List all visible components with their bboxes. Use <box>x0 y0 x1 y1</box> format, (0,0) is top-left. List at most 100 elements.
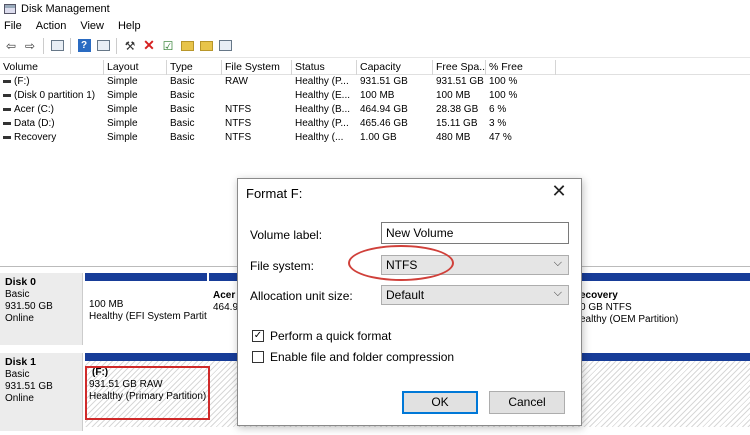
disk-0-label[interactable]: Disk 0 Basic 931.50 GB Online <box>0 273 83 345</box>
disk-0-partition-2-bar <box>209 273 237 281</box>
volume-layout: Simple <box>107 76 138 87</box>
volume-row[interactable]: Recovery Simple Basic NTFS Healthy (... … <box>0 131 750 145</box>
volume-row[interactable]: (Disk 0 partition 1) Simple Basic Health… <box>0 89 750 103</box>
volume-status: Healthy (E... <box>295 90 351 101</box>
volume-row[interactable]: (F:) Simple Basic RAW Healthy (P... 931.… <box>0 75 750 89</box>
volume-name: (F:) <box>14 76 30 87</box>
volume-capacity: 1.00 GB <box>360 132 397 143</box>
volume-file-system <box>222 89 292 103</box>
disk-0-partition-1[interactable]: 100 MB Healthy (EFI System Partiti <box>85 281 207 345</box>
volume-status: Healthy (P... <box>295 76 349 87</box>
view-icon[interactable] <box>95 38 111 54</box>
disk-1-state: Online <box>5 393 34 404</box>
toolbar: ⇦ ⇨ ? ⚒ ✕ ☑ <box>0 34 750 58</box>
volume-free-space: 931.51 GB <box>436 76 484 87</box>
column-header-layout[interactable]: Layout <box>104 60 167 75</box>
volume-name-cell: (F:) <box>0 75 104 89</box>
check-icon[interactable]: ☑ <box>160 38 176 54</box>
volume-label-input[interactable]: New Volume <box>381 222 569 244</box>
properties-icon[interactable] <box>49 38 65 54</box>
partition-name: Acer <box>213 290 236 301</box>
search-folder-icon[interactable] <box>198 38 214 54</box>
compression-label: Enable file and folder compression <box>270 350 455 364</box>
close-icon[interactable]: ✕ <box>549 181 569 202</box>
partition-status: ealthy (OEM Partition) <box>580 314 679 325</box>
forward-arrow-icon[interactable]: ⇨ <box>22 38 38 54</box>
volume-layout: Simple <box>107 118 138 129</box>
file-system-label: File system: <box>250 259 315 273</box>
volume-capacity: 931.51 GB <box>360 76 408 87</box>
window-titlebar: Disk Management <box>0 0 750 17</box>
disk-0-partition-1-bar <box>85 273 207 281</box>
disk-0-partition-2[interactable]: Acer 464.9 <box>209 281 237 345</box>
volume-name-cell: (Disk 0 partition 1) <box>0 89 104 103</box>
file-system-value: NTFS <box>386 258 418 272</box>
volume-percent-free: 3 % <box>489 118 507 129</box>
disk-0-partition-3[interactable]: ecovery 0 GB NTFS ealthy (OEM Partition) <box>576 281 750 345</box>
volume-type: Basic <box>170 76 195 87</box>
folder-icon[interactable] <box>179 38 195 54</box>
column-header-type[interactable]: Type <box>167 60 222 75</box>
back-arrow-icon[interactable]: ⇦ <box>3 38 19 54</box>
window-title: Disk Management <box>21 2 110 15</box>
file-system-select[interactable]: NTFS ⌵ <box>381 255 569 275</box>
column-header-file-system[interactable]: File System <box>222 60 292 75</box>
column-header-status[interactable]: Status <box>292 60 357 75</box>
menu-help[interactable]: Help <box>118 20 141 32</box>
volume-list-header: Volume Layout Type File System Status Ca… <box>0 60 750 75</box>
compression-checkbox[interactable] <box>252 351 264 363</box>
menu-action[interactable]: Action <box>36 20 67 32</box>
volume-free-space: 100 MB <box>436 90 471 101</box>
format-dialog: Format F: ✕ Volume label: New Volume Fil… <box>237 178 582 426</box>
disk-management-app-icon <box>4 3 16 14</box>
toolbar-separator <box>116 37 117 54</box>
list-view-icon[interactable] <box>217 38 233 54</box>
volume-percent-free: 100 % <box>489 90 518 101</box>
volume-name: Acer (C:) <box>14 104 54 115</box>
chevron-down-icon: ⌵ <box>553 257 562 269</box>
column-header-capacity[interactable]: Capacity <box>357 60 433 75</box>
drive-icon <box>3 93 11 97</box>
column-header-free-space[interactable]: Free Spa... <box>433 60 486 75</box>
disk-0-name: Disk 0 <box>5 276 36 288</box>
volume-file-system: NTFS <box>225 132 252 143</box>
help-icon[interactable]: ? <box>76 38 92 54</box>
volume-status: Healthy (... <box>295 132 344 143</box>
volume-capacity: 465.46 GB <box>360 118 408 129</box>
compression-option[interactable]: Enable file and folder compression <box>252 350 454 364</box>
volume-free-space: 15.11 GB <box>436 118 478 129</box>
drive-icon <box>3 135 11 139</box>
cancel-button[interactable]: Cancel <box>489 391 565 414</box>
disk-0-partition-3-bar <box>582 273 750 281</box>
volume-capacity: 464.94 GB <box>360 104 408 115</box>
partition-highlight-box <box>85 366 210 420</box>
disk-1-size: 931.51 GB <box>5 381 53 392</box>
volume-free-space: 480 MB <box>436 132 471 143</box>
connect-icon[interactable]: ⚒ <box>122 38 138 54</box>
volume-status: Healthy (B... <box>295 104 351 115</box>
disk-1-label[interactable]: Disk 1 Basic 931.51 GB Online <box>0 353 83 431</box>
volume-label-label: Volume label: <box>250 228 323 242</box>
volume-row[interactable]: Acer (C:) Simple Basic NTFS Healthy (B..… <box>0 103 750 117</box>
delete-icon[interactable]: ✕ <box>141 37 157 54</box>
partition-size: 464.9 <box>213 302 237 313</box>
column-header-volume[interactable]: Volume <box>0 60 104 75</box>
volume-free-space: 28.38 GB <box>436 104 479 115</box>
volume-capacity: 100 MB <box>360 90 395 101</box>
partition-name: ecovery <box>580 290 618 301</box>
volume-file-system: NTFS <box>225 104 252 115</box>
ok-button[interactable]: OK <box>402 391 478 414</box>
quick-format-checkbox[interactable]: ✓ <box>252 330 264 342</box>
drive-icon <box>3 79 11 83</box>
allocation-unit-select[interactable]: Default ⌵ <box>381 285 569 305</box>
menu-file[interactable]: File <box>4 20 22 32</box>
partition-status: Healthy (EFI System Partiti <box>89 311 207 322</box>
menu-view[interactable]: View <box>80 20 104 32</box>
toolbar-separator <box>43 37 44 54</box>
column-header-percent-free[interactable]: % Free <box>486 60 556 75</box>
quick-format-option[interactable]: ✓ Perform a quick format <box>252 329 391 343</box>
allocation-unit-label: Allocation unit size: <box>250 289 353 303</box>
volume-type: Basic <box>170 118 195 129</box>
volume-row[interactable]: Data (D:) Simple Basic NTFS Healthy (P..… <box>0 117 750 131</box>
volume-name: (Disk 0 partition 1) <box>14 90 96 101</box>
